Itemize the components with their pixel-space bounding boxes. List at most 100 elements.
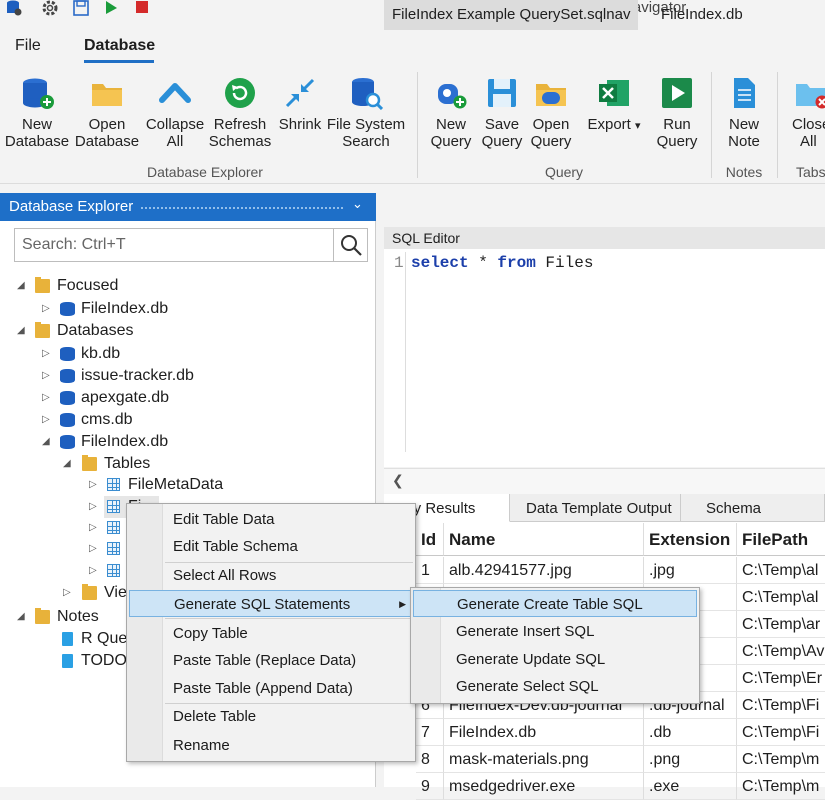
open-database-button[interactable]: OpenDatabase [74,76,140,150]
menu-item-select-all-rows[interactable]: Select All Rows [129,562,276,589]
search-input[interactable] [15,229,333,261]
table-cell[interactable]: 1 [416,557,444,584]
tree-node-focused[interactable]: Focused [57,275,118,297]
table-cell[interactable]: C:\Temp\ar [737,611,825,638]
tree-node-tables[interactable]: Tables [104,453,150,475]
collapsed-arrow-icon[interactable]: ▷ [42,409,50,431]
file-system-search-button[interactable]: File SystemSearch [326,76,406,150]
table-cell[interactable]: 7 [416,719,444,746]
table-cell[interactable]: FileIndex.db [444,719,644,746]
expand-arrow-icon[interactable]: ◢ [63,453,71,475]
menu-item-generate-insert-sql[interactable]: Generate Insert SQL [416,618,594,645]
save-icon[interactable] [73,0,89,16]
chevron-down-icon[interactable]: ⌄ [352,196,363,212]
table-cell[interactable]: .jpg [644,557,737,584]
scroll-left-icon[interactable]: ❮ [392,472,404,489]
menu-item-rename[interactable]: Rename [129,732,230,759]
table-cell[interactable]: C:\Temp\m [737,746,825,773]
table-cell[interactable]: C:\Temp\al [737,557,825,584]
folder-icon [82,457,97,471]
gear-icon[interactable] [42,0,58,16]
new-note-button[interactable]: NewNote [720,76,768,150]
menu-file[interactable]: File [15,37,41,55]
collapsed-arrow-icon[interactable]: ▷ [89,496,97,518]
tree-node-db[interactable]: kb.db [81,343,120,365]
tree-node-notes[interactable]: Notes [57,606,99,628]
new-database-button[interactable]: NewDatabase [4,76,70,150]
tab-data-template-output[interactable]: Data Template Output [518,494,681,522]
tree-node-db[interactable]: cms.db [81,409,133,431]
horizontal-scrollbar[interactable] [384,468,825,494]
menu-item-delete-table[interactable]: Delete Table [129,703,256,730]
menu-item-generate-sql[interactable]: Generate SQL Statements▶ [129,590,413,617]
collapsed-arrow-icon[interactable]: ▷ [42,387,50,409]
search-button[interactable] [333,229,367,261]
collapsed-arrow-icon[interactable]: ▷ [42,343,50,365]
column-header[interactable]: Name [444,523,644,556]
column-header[interactable]: Id [416,523,444,556]
tree-node-db[interactable]: apexgate.db [81,387,169,409]
menu-item-generate-select-sql[interactable]: Generate Select SQL [416,673,599,700]
column-header[interactable]: Extension [644,523,737,556]
save-query-button[interactable]: SaveQuery [478,76,526,150]
table-cell[interactable]: C:\Temp\Fi [737,719,825,746]
tab-queryset[interactable]: FileIndex Example QuerySet.sqlnav [384,0,638,30]
folder-icon [35,279,50,293]
menu-item-edit-table-data[interactable]: Edit Table Data [129,506,274,533]
collapsed-arrow-icon[interactable]: ▷ [89,474,97,496]
menu-item-edit-table-schema[interactable]: Edit Table Schema [129,533,298,560]
menu-item-paste-append[interactable]: Paste Table (Append Data) [129,675,353,702]
tree-node-db[interactable]: issue-tracker.db [81,365,194,387]
tree-node-databases[interactable]: Databases [57,320,134,342]
stop-icon[interactable] [134,0,150,16]
sql-editor[interactable] [384,249,825,467]
refresh-schemas-button[interactable]: RefreshSchemas [208,76,272,150]
tree-node-views[interactable]: Vie [104,582,127,604]
menu-item-copy-table[interactable]: Copy Table [129,620,248,647]
expand-arrow-icon[interactable]: ◢ [17,275,25,297]
expand-arrow-icon[interactable]: ◢ [42,431,50,453]
table-cell[interactable]: 8 [416,746,444,773]
menu-database[interactable]: Database [84,37,155,55]
expand-arrow-icon[interactable]: ◢ [17,320,25,342]
table-cell[interactable]: mask-materials.png [444,746,644,773]
tree-node-table[interactable]: FileMetaData [128,474,223,496]
collapsed-arrow-icon[interactable]: ▷ [89,560,97,582]
folder-icon [35,610,50,624]
tree-node-focused-db[interactable]: FileIndex.db [81,298,168,320]
collapsed-arrow-icon[interactable]: ▷ [89,517,97,539]
table-cell[interactable]: .png [644,746,737,773]
tree-node-db[interactable]: FileIndex.db [81,431,168,453]
menu-item-paste-replace[interactable]: Paste Table (Replace Data) [129,647,356,674]
new-query-button[interactable]: NewQuery [426,76,476,150]
open-query-button[interactable]: OpenQuery [528,76,574,150]
collapsed-arrow-icon[interactable]: ▷ [63,582,71,604]
tab-fileindex-db[interactable]: FileIndex.db [653,0,751,30]
table-cell[interactable]: C:\Temp\Av [737,638,825,665]
collapsed-arrow-icon[interactable]: ▷ [89,538,97,560]
menu-item-generate-create-table-sql[interactable]: Generate Create Table SQL [413,590,697,617]
database-settings-icon[interactable] [6,0,22,16]
tree-node-note[interactable]: TODO [81,650,127,672]
open-query-label-2: Query [531,133,572,150]
table-cell[interactable]: C:\Temp\Fi [737,692,825,719]
table-cell[interactable]: C:\Temp\al [737,584,825,611]
export-button[interactable]: Export ▾ [583,76,645,135]
tree-node-note[interactable]: R Que [81,628,127,650]
menu-item-generate-update-sql[interactable]: Generate Update SQL [416,646,605,673]
table-cell[interactable]: alb.42941577.jpg [444,557,644,584]
table-cell[interactable]: C:\Temp\Er [737,665,825,692]
expand-arrow-icon[interactable]: ◢ [17,606,25,628]
run-icon[interactable] [103,0,119,16]
collapsed-arrow-icon[interactable]: ▷ [42,298,50,320]
tab-schema-template[interactable]: Schema Template [698,494,825,522]
table-cell[interactable]: .db [644,719,737,746]
column-header[interactable]: FilePath [737,523,825,556]
active-menu-indicator [84,60,154,63]
shrink-button[interactable]: Shrink [276,76,324,133]
run-query-button[interactable]: RunQuery [652,76,702,150]
close-all-button[interactable]: CloseAll [790,76,825,150]
sql-code-line[interactable]: select * from Files [411,253,593,273]
collapse-all-button[interactable]: CollapseAll [144,76,206,150]
collapsed-arrow-icon[interactable]: ▷ [42,365,50,387]
